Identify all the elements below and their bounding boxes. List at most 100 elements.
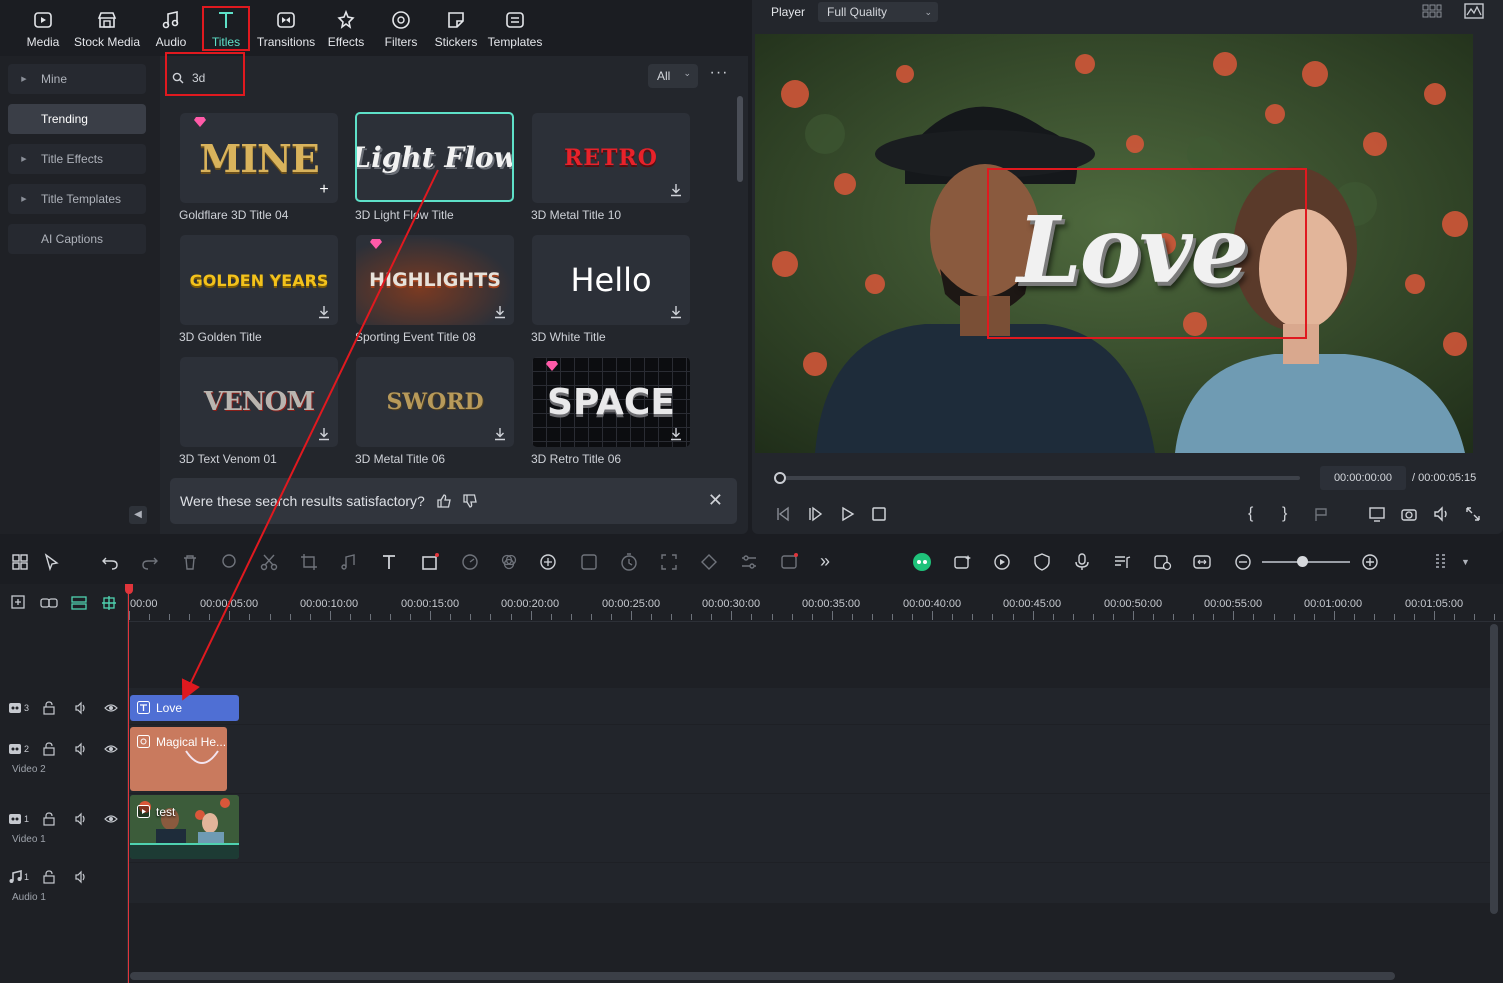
ai-copilot-icon[interactable]: [912, 552, 932, 572]
mark-out-icon[interactable]: }: [1282, 505, 1300, 523]
mark-in-icon[interactable]: {: [1248, 505, 1266, 523]
effect-clip[interactable]: Magical He...: [130, 727, 227, 791]
volume-icon[interactable]: [74, 870, 88, 884]
video-preview[interactable]: Love: [755, 34, 1473, 453]
speed-icon[interactable]: [460, 552, 480, 572]
progress-knob[interactable]: [774, 472, 786, 484]
timer-icon[interactable]: [619, 552, 639, 572]
scope-icon[interactable]: [1464, 3, 1484, 19]
playback-progress-bar[interactable]: [774, 472, 1300, 484]
snapshot-icon[interactable]: [1400, 505, 1418, 523]
fullscreen-icon[interactable]: [1464, 505, 1482, 523]
volume-icon[interactable]: [74, 812, 88, 826]
eye-icon[interactable]: [104, 701, 118, 715]
download-icon[interactable]: [670, 183, 682, 197]
zoom-in-icon[interactable]: [1360, 552, 1380, 572]
tab-media[interactable]: Media: [27, 6, 59, 52]
marker-icon[interactable]: [1312, 505, 1330, 523]
grid-view-icon[interactable]: [1422, 4, 1442, 18]
add-track-icon[interactable]: [10, 594, 28, 612]
tab-effects[interactable]: Effects: [328, 6, 364, 52]
sidebar-item-title-templates[interactable]: ▶ Title Templates: [8, 184, 146, 214]
title-card-golden[interactable]: GOLDEN YEARS: [180, 235, 338, 325]
tab-filters[interactable]: Filters: [384, 6, 418, 52]
video-clip[interactable]: test: [130, 795, 239, 859]
timeline-settings-icon[interactable]: [1431, 552, 1451, 572]
snap-icon[interactable]: [100, 594, 118, 612]
tab-stock-media[interactable]: Stock Media: [74, 6, 140, 52]
chevron-down-icon[interactable]: ▼: [1461, 552, 1481, 572]
ai-tool-icon[interactable]: [220, 552, 240, 572]
sidebar-item-trending[interactable]: Trending: [8, 104, 146, 134]
collapse-panel-button[interactable]: ◀: [129, 506, 147, 524]
auto-enhance-icon[interactable]: [952, 552, 972, 572]
volume-icon[interactable]: [74, 742, 88, 756]
timeline-horizontal-scrollbar[interactable]: [130, 972, 1395, 980]
next-frame-icon[interactable]: [806, 505, 824, 523]
redo-icon[interactable]: [140, 552, 160, 572]
tts-icon[interactable]: [779, 552, 799, 572]
keyframe-icon[interactable]: [699, 552, 719, 572]
title-card-light-flow[interactable]: Light Flow: [355, 112, 514, 202]
color-icon[interactable]: [499, 552, 519, 572]
timeline-ruler[interactable]: 00:00 00:00:05:00 00:00:10:00 00:00:15:0…: [128, 584, 1503, 622]
track-lane-3[interactable]: [128, 688, 1490, 724]
title-card-goldflare[interactable]: MINE +: [180, 113, 338, 203]
title-clip[interactable]: Love: [130, 695, 239, 721]
render-preview-icon[interactable]: [992, 552, 1012, 572]
display-icon[interactable]: [1368, 505, 1386, 523]
download-icon[interactable]: [670, 427, 682, 441]
adjust-icon[interactable]: [739, 552, 759, 572]
shield-icon[interactable]: [1032, 552, 1052, 572]
track-lane-audio-1[interactable]: [128, 863, 1490, 903]
lock-icon[interactable]: [42, 742, 56, 756]
download-icon[interactable]: [318, 427, 330, 441]
more-tools-icon[interactable]: »: [820, 552, 840, 572]
track-lane-1[interactable]: [128, 794, 1490, 862]
download-icon[interactable]: [494, 305, 506, 319]
ai-edit-icon[interactable]: [579, 552, 599, 572]
text-tool-icon[interactable]: [380, 552, 400, 572]
title-card-metal-06[interactable]: SWORD: [356, 357, 514, 447]
select-tool-icon[interactable]: [42, 552, 62, 572]
playhead-handle[interactable]: [125, 584, 133, 594]
title-card-metal-10[interactable]: RETRO: [532, 113, 690, 203]
sidebar-item-ai-captions[interactable]: AI Captions: [8, 224, 146, 254]
title-card-venom[interactable]: VENOM: [180, 357, 338, 447]
motion-track-icon[interactable]: [659, 552, 679, 572]
lock-icon[interactable]: [42, 701, 56, 715]
timeline-vertical-scrollbar[interactable]: [1490, 624, 1498, 914]
track-lane-2[interactable]: [128, 725, 1490, 793]
zoom-out-icon[interactable]: [1233, 552, 1253, 572]
auto-sync-icon[interactable]: [1152, 552, 1172, 572]
ai-effect-icon[interactable]: [539, 552, 559, 572]
more-options-button[interactable]: ···: [709, 64, 729, 86]
eye-icon[interactable]: [104, 812, 118, 826]
link-icon[interactable]: [40, 594, 58, 612]
eye-icon[interactable]: [104, 742, 118, 756]
title-card-retro-06[interactable]: SPACE: [532, 357, 690, 447]
title-card-sporting-08[interactable]: HIGHLIGHTS: [356, 235, 514, 325]
delete-icon[interactable]: [180, 552, 200, 572]
close-icon[interactable]: ✕: [708, 490, 723, 511]
volume-icon[interactable]: [74, 701, 88, 715]
quality-dropdown[interactable]: Full Quality ⌄: [818, 2, 938, 22]
tab-stickers[interactable]: Stickers: [435, 6, 477, 52]
add-icon[interactable]: +: [316, 182, 332, 198]
fit-timeline-icon[interactable]: [1192, 552, 1212, 572]
audio-edit-icon[interactable]: [339, 552, 359, 572]
download-icon[interactable]: [494, 427, 506, 441]
play-icon[interactable]: [838, 505, 856, 523]
filter-dropdown[interactable]: All ⌄: [648, 64, 698, 88]
download-icon[interactable]: [318, 305, 330, 319]
crop-icon[interactable]: [299, 552, 319, 572]
lock-icon[interactable]: [42, 870, 56, 884]
thumbs-up-icon[interactable]: [435, 492, 453, 510]
prev-frame-icon[interactable]: [774, 505, 792, 523]
library-scrollbar[interactable]: [737, 96, 743, 182]
sidebar-item-title-effects[interactable]: ▶ Title Effects: [8, 144, 146, 174]
tab-transitions[interactable]: Transitions: [257, 6, 315, 52]
microphone-icon[interactable]: [1072, 552, 1092, 572]
track-manager-icon[interactable]: [70, 594, 88, 612]
undo-icon[interactable]: [100, 552, 120, 572]
